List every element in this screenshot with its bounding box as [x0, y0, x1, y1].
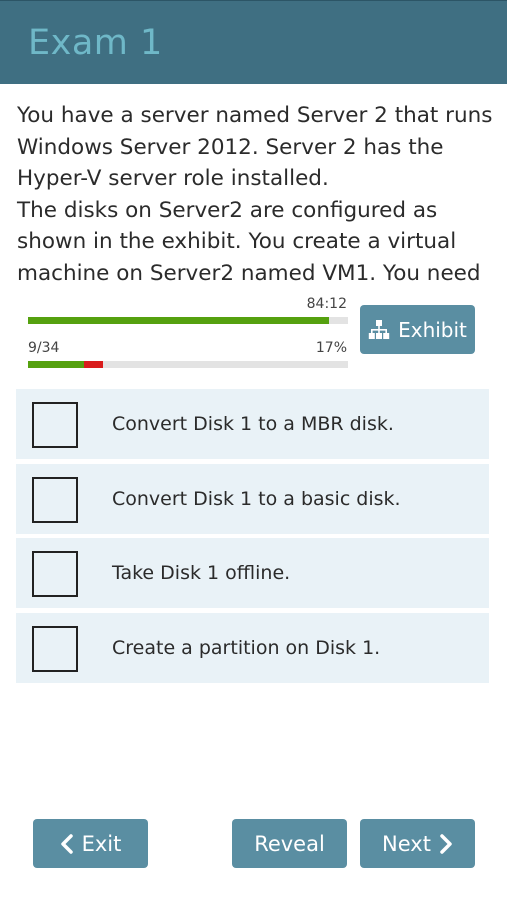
answer-checkbox[interactable] [32, 625, 78, 672]
exam-title: Exam 1 [28, 23, 163, 63]
time-bar-fill [28, 317, 329, 324]
reveal-button[interactable]: Reveal [232, 819, 347, 868]
progress-bar-correct [28, 361, 84, 368]
chevron-left-icon [60, 833, 73, 854]
status-area: 84:12 9/34 17% Exhibit [0, 284, 507, 380]
progress-bar-wrong [84, 361, 104, 368]
answer-option-label: Convert Disk 1 to a basic disk. [112, 487, 401, 510]
chevron-right-icon [440, 833, 452, 854]
answer-checkbox[interactable] [32, 551, 78, 597]
exhibit-button-label: Exhibit [398, 317, 467, 342]
answer-checkbox[interactable] [32, 476, 78, 523]
progress-percent: 17% [315, 340, 347, 356]
header-bar: Exam 1 [0, 0, 507, 84]
sitemap-icon [368, 319, 390, 339]
answer-option[interactable]: Convert Disk 1 to a basic disk. [16, 463, 489, 534]
exit-button[interactable]: Exit [33, 819, 148, 868]
time-bar [28, 317, 348, 324]
answer-option-label: Take Disk 1 offline. [112, 562, 291, 584]
next-button[interactable]: Next [360, 819, 475, 868]
exit-button-label: Exit [81, 831, 122, 856]
next-button-label: Next [382, 831, 431, 856]
answer-options: Convert Disk 1 to a MBR disk. Convert Di… [16, 389, 489, 687]
answer-checkbox[interactable] [32, 402, 78, 448]
answer-option-label: Create a partition on Disk 1. [112, 636, 381, 659]
answer-option[interactable]: Take Disk 1 offline. [16, 538, 489, 608]
question-panel[interactable]: You have a server named Server 2 that ru… [0, 84, 507, 284]
exhibit-button[interactable]: Exhibit [360, 305, 475, 354]
progress-count: 9/34 [28, 340, 60, 356]
question-text: You have a server named Server 2 that ru… [17, 103, 493, 284]
answer-option[interactable]: Create a partition on Disk 1. [16, 612, 489, 683]
progress-bar [28, 361, 348, 368]
answer-option[interactable]: Convert Disk 1 to a MBR disk. [16, 389, 489, 459]
timer-text: 84:12 [306, 296, 347, 312]
reveal-button-label: Reveal [254, 831, 325, 856]
answer-option-label: Convert Disk 1 to a MBR disk. [112, 413, 394, 435]
